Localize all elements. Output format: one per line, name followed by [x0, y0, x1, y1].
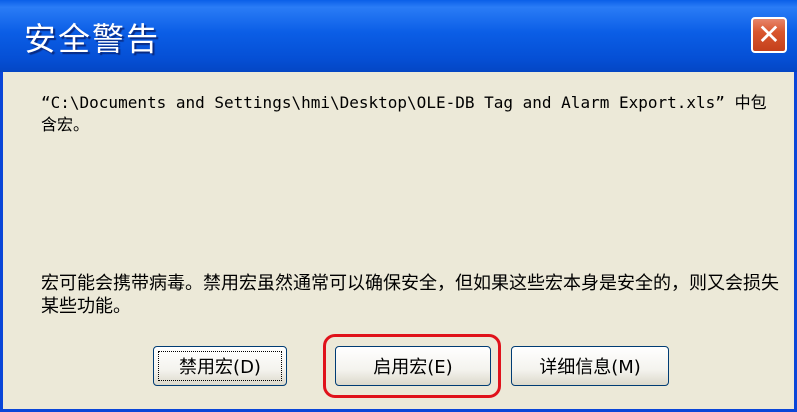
close-button[interactable]: ✕	[751, 17, 787, 53]
title-bar[interactable]: 安全警告 ✕	[0, 0, 797, 72]
details-label: 详细信息(M)	[539, 357, 641, 378]
focus-indicator	[158, 351, 282, 381]
close-icon: ✕	[757, 18, 781, 51]
file-notice-text: “C:\Documents and Settings\hmi\Desktop\O…	[41, 93, 767, 134]
security-warning-dialog: 安全警告 ✕ “C:\Documents and Settings\hmi\De…	[0, 0, 797, 412]
details-button[interactable]: 详细信息(M)	[511, 346, 669, 386]
dialog-title: 安全警告	[24, 20, 161, 58]
highlight-annotation	[323, 334, 501, 398]
macro-warning-text: 宏可能会携带病毒。禁用宏虽然通常可以确保安全，但如果这些宏本身是安全的，则又会损…	[41, 273, 779, 317]
disable-macros-button[interactable]: 禁用宏(D)	[153, 346, 287, 386]
